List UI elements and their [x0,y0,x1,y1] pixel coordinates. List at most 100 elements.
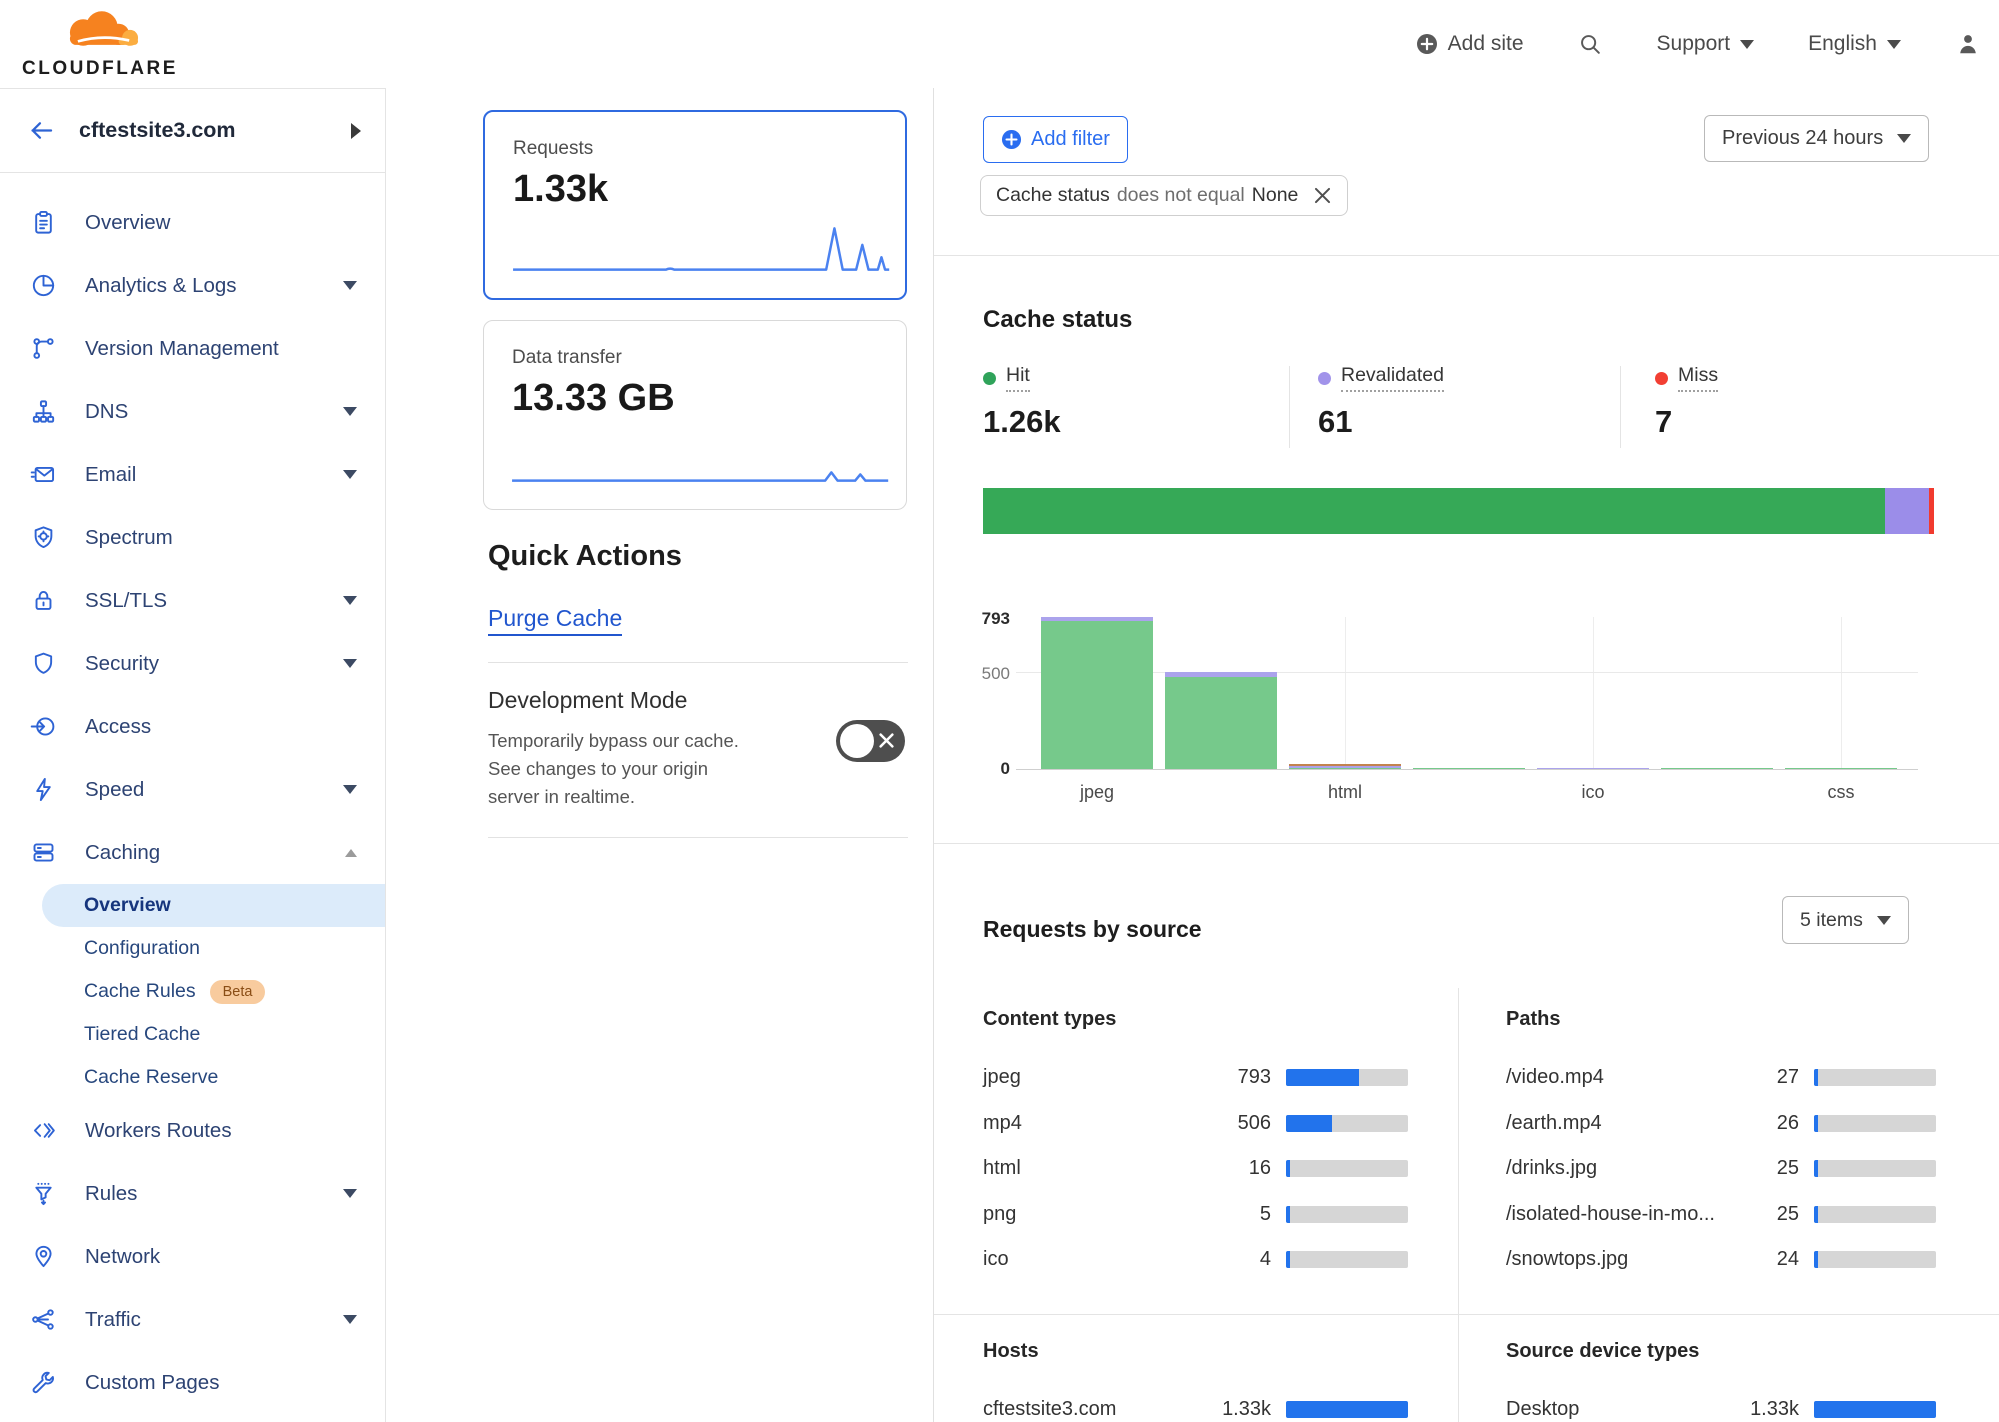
sidebar-item-workers-routes[interactable]: Workers Routes [0,1099,385,1162]
items-count-dropdown[interactable]: 5 items [1782,896,1909,944]
plus-circle-icon [1001,129,1022,150]
row-bar-fill [1814,1206,1818,1223]
sidebar-subitem-label: Overview [84,894,171,917]
git-branch-icon [30,335,57,362]
language-label: English [1808,32,1877,56]
row-bar-track [1286,1160,1408,1177]
sidebar-item-speed[interactable]: Speed [0,758,385,821]
sidebar-item-rules[interactable]: Rules [0,1162,385,1225]
remove-filter-button[interactable] [1313,186,1332,205]
panel-title: Source device types [1506,1340,1936,1363]
legend-divider [1289,366,1290,448]
x-tick-html: html [1289,782,1401,803]
sidebar-item-version-management[interactable]: Version Management [0,317,385,380]
sidebar-item-spectrum[interactable]: Spectrum [0,506,385,569]
beta-badge: Beta [210,980,266,1004]
lightning-icon [30,776,57,803]
add-site-button[interactable]: Add site [1416,32,1524,56]
sidebar-item-ssl-tls[interactable]: SSL/TLS [0,569,385,632]
sidebar-item-dns[interactable]: DNS [0,380,385,443]
x-tick-jpeg: jpeg [1041,782,1153,803]
panel-rows: /video.mp427/earth.mp426/drinks.jpg25/is… [1506,1055,1936,1283]
cache-status-title: Cache status [983,306,1132,334]
sidebar-subitem-cache-rules[interactable]: Cache RulesBeta [84,970,385,1013]
legend-name-row: Revalidated [1318,364,1444,392]
legend-label[interactable]: Hit [1006,364,1030,392]
cloudflare-logo[interactable]: CLOUDFLARE [20,6,180,80]
sidebar-item-analytics-logs[interactable]: Analytics & Logs [0,254,385,317]
legend-entry-miss: Miss 7 [1655,364,1718,440]
legend-label[interactable]: Miss [1678,364,1718,392]
row-bar-track [1286,1401,1408,1418]
sidebar-item-network[interactable]: Network [0,1225,385,1288]
account-menu[interactable] [1955,31,1981,57]
row-value: 25 [1735,1203,1799,1226]
time-range-dropdown[interactable]: Previous 24 hours [1704,115,1929,162]
sidebar-subitem-configuration[interactable]: Configuration [84,927,385,970]
requests-metric-card[interactable]: Requests 1.33k [483,110,907,300]
row-value: 4 [1207,1248,1271,1271]
chevron-down-icon [343,1189,357,1198]
sidebar-item-security[interactable]: Security [0,632,385,695]
divider [934,843,1999,844]
row-value: 506 [1207,1112,1271,1135]
sidebar: cftestsite3.com OverviewAnalytics & Logs… [0,88,386,1422]
language-menu[interactable]: English [1808,32,1901,56]
stackbar-segment-revalidated [1885,488,1929,534]
row-bar-fill [1814,1251,1818,1268]
bar-segment-hit [1041,621,1153,769]
requests-by-source-title: Requests by source [983,916,1202,943]
legend-label[interactable]: Revalidated [1341,364,1444,392]
sidebar-subitem-tiered-cache[interactable]: Tiered Cache [84,1013,385,1056]
divider [934,255,1999,256]
row-bar-fill [1286,1115,1332,1132]
legend-value: 1.26k [983,404,1061,440]
legend-value: 7 [1655,404,1718,440]
x-tick-ico: ico [1537,782,1649,803]
legend-dot [1318,372,1331,385]
sidebar-item-email[interactable]: Email [0,443,385,506]
panel-title: Hosts [983,1340,1408,1363]
brand-wordmark: CLOUDFLARE [20,58,180,80]
sidebar-subitem-cache-reserve[interactable]: Cache Reserve [84,1056,385,1099]
back-arrow-icon[interactable] [28,117,55,144]
site-switcher-chevron-icon[interactable] [351,123,361,139]
x-tick-empty [1661,782,1773,803]
sidebar-item-label: DNS [85,400,128,424]
x-tick-png [1413,782,1525,803]
row-label: jpeg [983,1066,1207,1089]
sidebar-nav: OverviewAnalytics & LogsVersion Manageme… [0,173,385,1414]
sidebar-subitem-overview[interactable]: Overview [42,884,385,927]
support-label: Support [1657,32,1731,56]
row-bar-track [1814,1206,1936,1223]
row-label: png [983,1203,1207,1226]
sidebar-item-access[interactable]: Access [0,695,385,758]
data-transfer-metric-card[interactable]: Data transfer 13.33 GB [483,320,907,510]
row-bar-fill [1814,1115,1818,1132]
sidebar-item-label: Version Management [85,337,279,361]
sidebar-item-caching[interactable]: Caching [0,821,385,884]
clipboard-icon [30,209,57,236]
sidebar-subitem-label: Tiered Cache [84,1023,200,1046]
plus-circle-icon [1416,33,1438,55]
row-label: Desktop [1506,1398,1735,1421]
add-filter-button[interactable]: Add filter [983,116,1128,163]
purge-cache-link[interactable]: Purge Cache [488,605,622,636]
support-menu[interactable]: Support [1657,32,1755,56]
legend-name-row: Hit [983,364,1061,392]
middle-column: Requests 1.33k Data transfer 13.33 GB Qu… [386,88,933,1422]
bar-segment-hit [1413,768,1525,770]
sidebar-item-overview[interactable]: Overview [0,191,385,254]
funnel-icon [30,1180,57,1207]
row-label: /earth.mp4 [1506,1112,1735,1135]
sidebar-item-label: Rules [85,1182,137,1206]
row-value: 24 [1735,1248,1799,1271]
development-mode-toggle[interactable] [836,720,905,762]
sidebar-item-traffic[interactable]: Traffic [0,1288,385,1351]
sidebar-item-custom-pages[interactable]: Custom Pages [0,1351,385,1414]
search-button[interactable] [1578,32,1603,57]
site-header: cftestsite3.com [0,89,385,173]
top-bar: CLOUDFLARE Add site Support English [0,0,1999,88]
top-nav: Add site Support English [1416,0,1981,88]
close-icon [1313,186,1332,205]
